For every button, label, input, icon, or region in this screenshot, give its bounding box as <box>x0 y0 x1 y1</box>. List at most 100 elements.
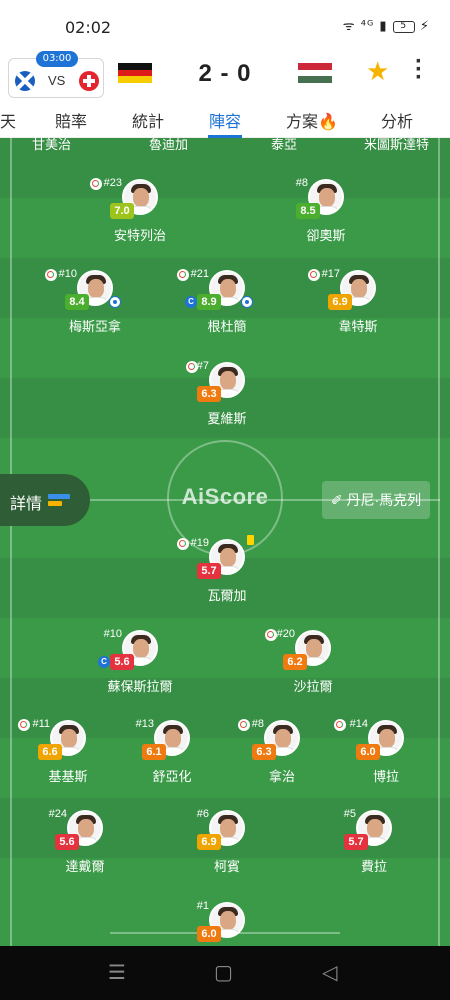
player-name: 韋特斯 <box>338 319 378 334</box>
substitution-icon <box>18 719 30 731</box>
player-rating: 6.0 <box>356 744 380 760</box>
player-card[interactable]: #8 8.5 卻奧斯 <box>266 177 386 249</box>
player-number: #5 <box>343 808 356 820</box>
charging-icon: ⚡ <box>419 19 430 34</box>
substitution-icon <box>308 269 320 281</box>
player-number: #10 <box>58 268 77 280</box>
player-number: #8 <box>295 177 308 189</box>
substitution-icon <box>238 719 250 731</box>
player-card[interactable]: #17 6.9 韋特斯 <box>298 268 418 340</box>
goal-ball-icon <box>241 296 253 308</box>
signal-icons: ᯤ ⁴ᴳ ▮ <box>342 19 388 34</box>
player-card[interactable]: #19 5.7 瓦爾加 <box>167 535 287 609</box>
tab-lineup[interactable]: 陣容 <box>209 108 241 132</box>
tab-odds[interactable]: 賠率 <box>55 108 87 132</box>
match-header: 03:00 VS 2 - 0 ★ · · · <box>0 50 450 102</box>
player-number: #11 <box>32 718 50 730</box>
yellow-card-icon <box>247 535 254 545</box>
player-number: #1 <box>196 900 209 912</box>
tab-partial[interactable]: 天 <box>0 108 16 132</box>
substitution-icon <box>90 178 102 190</box>
player-card[interactable]: #8 6.3 拿治 <box>222 718 342 790</box>
status-bar: 02:02 ᯤ ⁴ᴳ ▮ 5 ⚡ <box>0 0 450 50</box>
player-rating: 6.0 <box>197 926 221 942</box>
player-card[interactable]: #6 6.9 柯賓 <box>167 808 287 880</box>
player-card[interactable]: #7 6.3 夏維斯 <box>167 360 287 432</box>
tab-stats[interactable]: 統計 <box>132 108 164 132</box>
player-card[interactable]: #23 7.0 安特列治 <box>80 177 200 249</box>
player-number: #7 <box>196 360 209 372</box>
system-nav-bar: ☰ ▢ ◁ <box>0 946 450 1000</box>
home-icon[interactable]: ▢ <box>214 960 233 984</box>
player-name: 基基斯 <box>48 769 88 784</box>
back-icon[interactable]: ◁ <box>322 960 337 984</box>
player-name: 魯迪加 <box>149 138 189 152</box>
substitution-icon <box>45 269 57 281</box>
player-rating: 6.2 <box>283 654 307 670</box>
favorite-star-icon[interactable]: ★ <box>366 56 389 87</box>
captain-icon: C <box>98 656 110 668</box>
lineup-pitch: 甘美治 魯迪加 泰亞 米圖斯達特 AiScore 詳情 ✐ 丹尼·馬克列 #23… <box>0 138 450 946</box>
hungary-flag-icon <box>298 63 332 83</box>
whistle-icon: ✐ <box>330 492 343 508</box>
tab-plans[interactable]: 方案🔥 <box>286 108 338 132</box>
player-rating: 6.9 <box>328 294 352 310</box>
menu-icon[interactable]: ☰ <box>108 960 126 984</box>
details-icon <box>48 494 70 508</box>
player-name: 達戴爾 <box>65 859 105 874</box>
substitution-icon <box>265 629 277 641</box>
player-card[interactable]: #13 6.1 舒亞化 <box>112 718 232 790</box>
coach-name: 丹尼·馬克列 <box>346 492 422 508</box>
player-name: 夏維斯 <box>207 411 247 426</box>
player-number: #23 <box>103 177 122 189</box>
goal-ball-icon <box>109 296 121 308</box>
player-rating: 5.7 <box>344 834 368 850</box>
tab-bar: 天 賠率 統計 陣容 方案🔥 分析 <box>0 102 450 138</box>
player-card[interactable]: #20 6.2 沙拉爾 <box>253 628 373 700</box>
touchline-right <box>438 138 440 946</box>
player-number: #20 <box>276 628 295 640</box>
player-number: #6 <box>196 808 209 820</box>
player-card[interactable]: #10 C 5.6 蘇保斯拉爾 <box>80 628 200 700</box>
player-card[interactable]: #24 5.6 達戴爾 <box>25 808 145 880</box>
player-name: 柯賓 <box>213 859 240 874</box>
player-name: 安特列治 <box>113 228 166 243</box>
player-rating: 6.9 <box>197 834 221 850</box>
player-rating: 6.1 <box>142 744 166 760</box>
player-card[interactable]: #10 8.4 梅斯亞拿 <box>35 268 155 340</box>
player-name: 根杜簡 <box>207 319 247 334</box>
player-name: 博拉 <box>372 769 399 784</box>
player-card[interactable]: #11 6.6 基基斯 <box>8 718 128 790</box>
player-name: 梅斯亞拿 <box>68 319 121 334</box>
player-rating: 6.3 <box>252 744 276 760</box>
substitution-icon <box>186 361 198 373</box>
player-number: #8 <box>251 718 264 730</box>
player-name: 舒亞化 <box>152 769 192 784</box>
player-rating: 8.5 <box>296 203 320 219</box>
player-rating: 6.3 <box>197 386 221 402</box>
player-rating: 8.4 <box>65 294 89 310</box>
player-rating: 7.0 <box>110 203 134 219</box>
battery-icon: 5 <box>392 20 415 33</box>
player-name: 費拉 <box>360 859 387 874</box>
player-number: #13 <box>135 718 154 730</box>
screen: 02:02 ᯤ ⁴ᴳ ▮ 5 ⚡ 03:00 VS 2 - 0 ★ · · · 天 … <box>0 0 450 1000</box>
captain-icon: C <box>185 296 197 308</box>
substitution-icon <box>177 269 189 281</box>
tab-analysis[interactable]: 分析 <box>381 108 413 132</box>
player-card[interactable]: #14 6.0 博拉 <box>326 718 446 790</box>
player-number: #19 <box>190 537 209 549</box>
player-number: #14 <box>349 718 368 730</box>
details-button[interactable]: 詳情 <box>0 474 90 526</box>
status-time: 02:02 <box>65 18 112 37</box>
player-card[interactable]: #1 6.0 <box>167 900 287 946</box>
player-rating: 8.9 <box>197 294 221 310</box>
player-rating: 5.6 <box>110 654 134 670</box>
substitution-icon <box>177 538 189 550</box>
player-card[interactable]: #5 5.7 費拉 <box>314 808 434 880</box>
more-options-icon[interactable]: · · · <box>414 50 424 90</box>
player-name: 甘美治 <box>32 138 72 152</box>
coach-button[interactable]: ✐ 丹尼·馬克列 <box>322 481 430 519</box>
player-number: #10 <box>103 628 122 640</box>
player-card[interactable]: #21 C 8.9 根杜簡 <box>167 268 287 340</box>
